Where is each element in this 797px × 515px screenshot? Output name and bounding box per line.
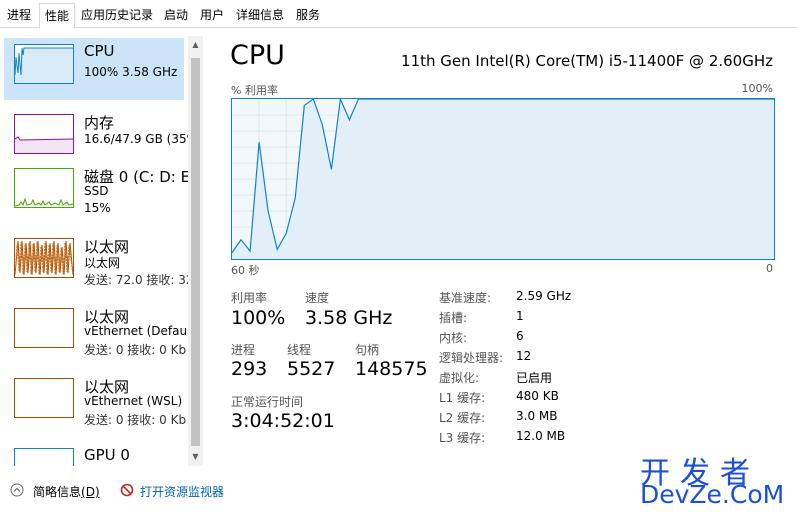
sidebar-item-detail: 发送: 0 接收: 0 Kb xyxy=(84,413,187,427)
tab-users[interactable]: 用户 xyxy=(197,4,227,26)
spec-value: 6 xyxy=(516,329,524,343)
speed-value: 3.58 GHz xyxy=(305,307,393,329)
sidebar-item-cpu[interactable]: CPU 100% 3.58 GHz xyxy=(4,38,184,100)
spec-value: 3.0 MB xyxy=(516,409,558,423)
sidebar-item-title: GPU 0 xyxy=(84,446,130,464)
scroll-down-arrow-icon[interactable]: ▼ xyxy=(188,450,203,464)
watermark-brand: DevZe.CoM xyxy=(640,480,785,509)
page-title: CPU xyxy=(230,40,285,71)
sidebar: CPU 100% 3.58 GHz 内存 16.6/47.9 GB (35%) … xyxy=(0,36,188,466)
sidebar-item-ethernet-1[interactable]: 以太网 以太网 发送: 72.0 接收: 32 xyxy=(4,232,188,294)
sidebar-item-title: 内存 xyxy=(84,114,115,132)
brief-info-shortcut: (D) xyxy=(81,485,100,499)
processes-value: 293 xyxy=(231,358,268,380)
gpu-thumbnail xyxy=(14,448,74,466)
tab-services[interactable]: 服务 xyxy=(293,4,323,26)
tab-processes[interactable]: 进程 xyxy=(4,4,34,26)
tab-app-history[interactable]: 应用历史记录 xyxy=(78,4,156,26)
threads-value: 5527 xyxy=(287,358,336,380)
spec-key: 插槽: xyxy=(439,311,468,325)
sidebar-item-disk[interactable]: 磁盘 0 (C: D: E:) SSD 15% xyxy=(4,162,188,224)
sidebar-item-adapter: vEthernet (WSL) xyxy=(84,394,183,408)
spec-value: 12 xyxy=(516,349,532,363)
speed-label: 速度 xyxy=(305,291,330,305)
utilization-value: 100% xyxy=(231,307,286,329)
spec-key: 虚拟化: xyxy=(439,371,480,385)
spec-key: 基准速度: xyxy=(439,291,492,305)
threads-label: 线程 xyxy=(287,343,312,357)
graph-y-max: 100% xyxy=(741,82,773,95)
cpu-usage-chart xyxy=(232,99,774,259)
brief-info-button[interactable]: 简略信息(D) xyxy=(33,483,100,500)
processes-label: 进程 xyxy=(231,343,256,357)
sidebar-item-title: CPU xyxy=(84,42,115,60)
sidebar-item-type: SSD xyxy=(84,184,109,198)
handles-value: 148575 xyxy=(355,358,428,380)
sidebar-item-detail: 发送: 72.0 接收: 32 xyxy=(84,273,188,287)
spec-value: 2.59 GHz xyxy=(516,289,572,303)
sidebar-item-gpu[interactable]: GPU 0 xyxy=(4,442,184,466)
uptime-label: 正常运行时间 xyxy=(231,395,304,409)
sidebar-item-adapter: vEthernet (Default xyxy=(84,324,188,338)
chevron-up-circle-icon[interactable] xyxy=(10,483,24,497)
handles-label: 句柄 xyxy=(355,343,380,357)
spec-key: 逻辑处理器: xyxy=(439,351,504,365)
sidebar-item-memory[interactable]: 内存 16.6/47.9 GB (35%) xyxy=(4,108,188,170)
cpu-model: 11th Gen Intel(R) Core(TM) i5-11400F @ 2… xyxy=(401,52,773,70)
scroll-up-arrow-icon[interactable]: ▲ xyxy=(188,38,203,52)
sidebar-item-adapter: 以太网 xyxy=(84,256,121,270)
tab-bar: 进程 性能 应用历史记录 启动 用户 详细信息 服务 xyxy=(0,0,797,29)
sidebar-item-detail: 100% 3.58 GHz xyxy=(84,65,178,79)
graph-x-right: 0 xyxy=(766,262,773,275)
tab-startup[interactable]: 启动 xyxy=(161,4,191,26)
ethernet-thumbnail xyxy=(14,308,74,348)
scroll-thumb[interactable] xyxy=(191,58,200,446)
tab-details[interactable]: 详细信息 xyxy=(233,4,287,26)
spec-key: 内核: xyxy=(439,331,468,345)
sidebar-scrollbar[interactable]: ▲ ▼ xyxy=(188,36,203,466)
sidebar-item-detail: 发送: 0 接收: 0 Kb xyxy=(84,343,187,357)
cpu-usage-graph xyxy=(231,98,775,260)
spec-value: 1 xyxy=(516,309,524,323)
open-resource-monitor-link[interactable]: 打开资源监视器 xyxy=(140,483,224,500)
disk-thumbnail xyxy=(14,168,74,208)
cpu-usage-area xyxy=(232,99,774,259)
spec-key: L3 缓存: xyxy=(439,431,486,445)
utilization-label: 利用率 xyxy=(231,291,268,305)
graph-y-label: % 利用率 xyxy=(231,84,278,97)
tab-performance[interactable]: 性能 xyxy=(39,3,75,29)
spec-value: 480 KB xyxy=(516,389,559,403)
spec-key: L2 缓存: xyxy=(439,411,486,425)
cpu-thumbnail xyxy=(14,44,74,84)
memory-thumbnail xyxy=(14,114,74,154)
resource-monitor-icon[interactable] xyxy=(120,483,134,497)
ethernet-thumbnail xyxy=(14,378,74,418)
sidebar-item-detail: 16.6/47.9 GB (35%) xyxy=(84,132,188,146)
spec-value: 已启用 xyxy=(516,371,553,385)
sidebar-item-ethernet-2[interactable]: 以太网 vEthernet (Default 发送: 0 接收: 0 Kb xyxy=(4,302,188,364)
graph-x-left: 60 秒 xyxy=(231,264,260,277)
sidebar-item-ethernet-3[interactable]: 以太网 vEthernet (WSL) 发送: 0 接收: 0 Kb xyxy=(4,372,187,434)
spec-value: 12.0 MB xyxy=(516,429,566,443)
sidebar-item-detail: 15% xyxy=(84,201,111,215)
brief-info-label: 简略信息 xyxy=(33,485,82,499)
ethernet-thumbnail xyxy=(14,238,74,278)
spec-key: L1 缓存: xyxy=(439,391,486,405)
uptime-value: 3:04:52:01 xyxy=(231,410,335,432)
